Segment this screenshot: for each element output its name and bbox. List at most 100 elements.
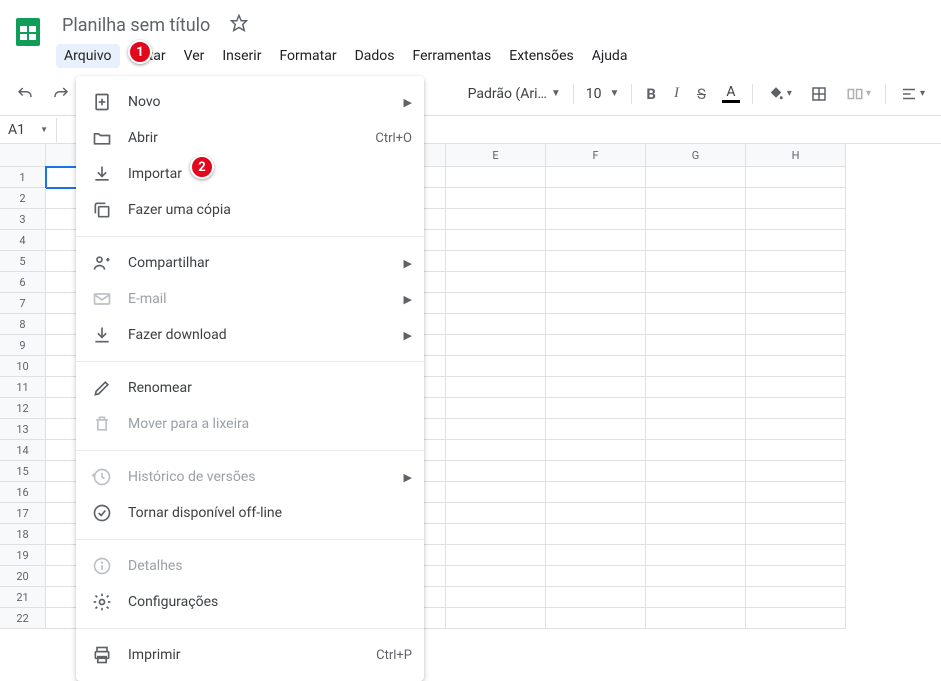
undo-button[interactable] <box>8 79 42 109</box>
cell[interactable] <box>546 272 646 293</box>
cell[interactable] <box>646 230 746 251</box>
menu-item-copy[interactable]: Fazer uma cópia <box>76 192 424 228</box>
cell[interactable] <box>446 335 546 356</box>
row-header[interactable]: 16 <box>0 482 46 503</box>
cell[interactable] <box>746 524 846 545</box>
cell[interactable] <box>746 503 846 524</box>
cell[interactable] <box>446 482 546 503</box>
cell[interactable] <box>646 377 746 398</box>
cell[interactable] <box>546 293 646 314</box>
menu-item-open[interactable]: AbrirCtrl+O <box>76 120 424 156</box>
cell[interactable] <box>446 461 546 482</box>
cell[interactable] <box>746 377 846 398</box>
redo-button[interactable] <box>44 79 78 109</box>
star-icon[interactable] <box>224 8 254 42</box>
menubar-item-ver[interactable]: Ver <box>176 44 213 68</box>
cell[interactable] <box>546 461 646 482</box>
cell[interactable] <box>746 230 846 251</box>
menubar-item-ajuda[interactable]: Ajuda <box>584 44 636 68</box>
cell[interactable] <box>746 188 846 209</box>
cell[interactable] <box>646 293 746 314</box>
cell[interactable] <box>446 398 546 419</box>
menu-item-share[interactable]: Compartilhar▶ <box>76 245 424 281</box>
cell[interactable] <box>746 335 846 356</box>
cell[interactable] <box>446 230 546 251</box>
cell[interactable] <box>546 230 646 251</box>
cell[interactable] <box>546 503 646 524</box>
select-all-corner[interactable] <box>0 144 46 167</box>
row-header[interactable]: 2 <box>0 188 46 209</box>
row-header[interactable]: 18 <box>0 524 46 545</box>
cell[interactable] <box>546 482 646 503</box>
row-header[interactable]: 17 <box>0 503 46 524</box>
row-header[interactable]: 21 <box>0 587 46 608</box>
cell[interactable] <box>646 461 746 482</box>
merge-cells-button[interactable]: ▾ <box>838 79 879 109</box>
cell[interactable] <box>446 251 546 272</box>
row-header[interactable]: 6 <box>0 272 46 293</box>
font-size-select[interactable]: 10 ▼ <box>580 82 626 106</box>
cell[interactable] <box>446 503 546 524</box>
cell[interactable] <box>446 314 546 335</box>
cell[interactable] <box>446 209 546 230</box>
cell[interactable] <box>746 608 846 629</box>
row-header[interactable]: 14 <box>0 440 46 461</box>
cell[interactable] <box>546 335 646 356</box>
cell[interactable] <box>746 482 846 503</box>
cell[interactable] <box>546 587 646 608</box>
cell[interactable] <box>646 272 746 293</box>
menu-item-rename[interactable]: Renomear <box>76 370 424 406</box>
cell[interactable] <box>546 398 646 419</box>
cell[interactable] <box>646 419 746 440</box>
cell[interactable] <box>446 440 546 461</box>
cell[interactable] <box>546 251 646 272</box>
cell[interactable] <box>446 524 546 545</box>
cell[interactable] <box>546 524 646 545</box>
cell[interactable] <box>646 503 746 524</box>
cell[interactable] <box>646 608 746 629</box>
cell[interactable] <box>746 293 846 314</box>
text-color-button[interactable]: A <box>716 80 746 107</box>
cell[interactable] <box>646 440 746 461</box>
cell[interactable] <box>746 167 846 188</box>
bold-button[interactable]: B <box>638 79 664 109</box>
row-header[interactable]: 11 <box>0 377 46 398</box>
row-header[interactable]: 22 <box>0 608 46 629</box>
cell[interactable] <box>546 209 646 230</box>
cell[interactable] <box>746 314 846 335</box>
row-header[interactable]: 12 <box>0 398 46 419</box>
cell[interactable] <box>446 293 546 314</box>
cell[interactable] <box>446 188 546 209</box>
menu-item-download[interactable]: Fazer download▶ <box>76 317 424 353</box>
cell[interactable] <box>446 587 546 608</box>
cell[interactable] <box>646 167 746 188</box>
cell[interactable] <box>646 398 746 419</box>
menu-item-offline[interactable]: Tornar disponível off-line <box>76 495 424 531</box>
menu-item-import[interactable]: Importar <box>76 156 424 192</box>
italic-button[interactable]: I <box>666 79 687 108</box>
row-header[interactable]: 9 <box>0 335 46 356</box>
cell[interactable] <box>646 356 746 377</box>
column-header[interactable]: G <box>646 144 746 167</box>
cell[interactable] <box>646 566 746 587</box>
cell[interactable] <box>546 440 646 461</box>
menubar-item-extensões[interactable]: Extensões <box>501 44 582 68</box>
menubar-item-ferramentas[interactable]: Ferramentas <box>405 44 500 68</box>
cell[interactable] <box>546 566 646 587</box>
cell[interactable] <box>646 251 746 272</box>
menu-item-new[interactable]: Novo▶ <box>76 84 424 120</box>
cell[interactable] <box>446 566 546 587</box>
cell[interactable] <box>446 167 546 188</box>
cell[interactable] <box>546 377 646 398</box>
column-header[interactable]: E <box>446 144 546 167</box>
cell[interactable] <box>546 356 646 377</box>
row-header[interactable]: 5 <box>0 251 46 272</box>
cell[interactable] <box>746 587 846 608</box>
cell[interactable] <box>746 545 846 566</box>
cell[interactable] <box>646 188 746 209</box>
cell[interactable] <box>746 398 846 419</box>
cell[interactable] <box>646 482 746 503</box>
cell[interactable] <box>546 167 646 188</box>
cell[interactable] <box>746 251 846 272</box>
fill-color-button[interactable]: ▾ <box>759 79 800 109</box>
